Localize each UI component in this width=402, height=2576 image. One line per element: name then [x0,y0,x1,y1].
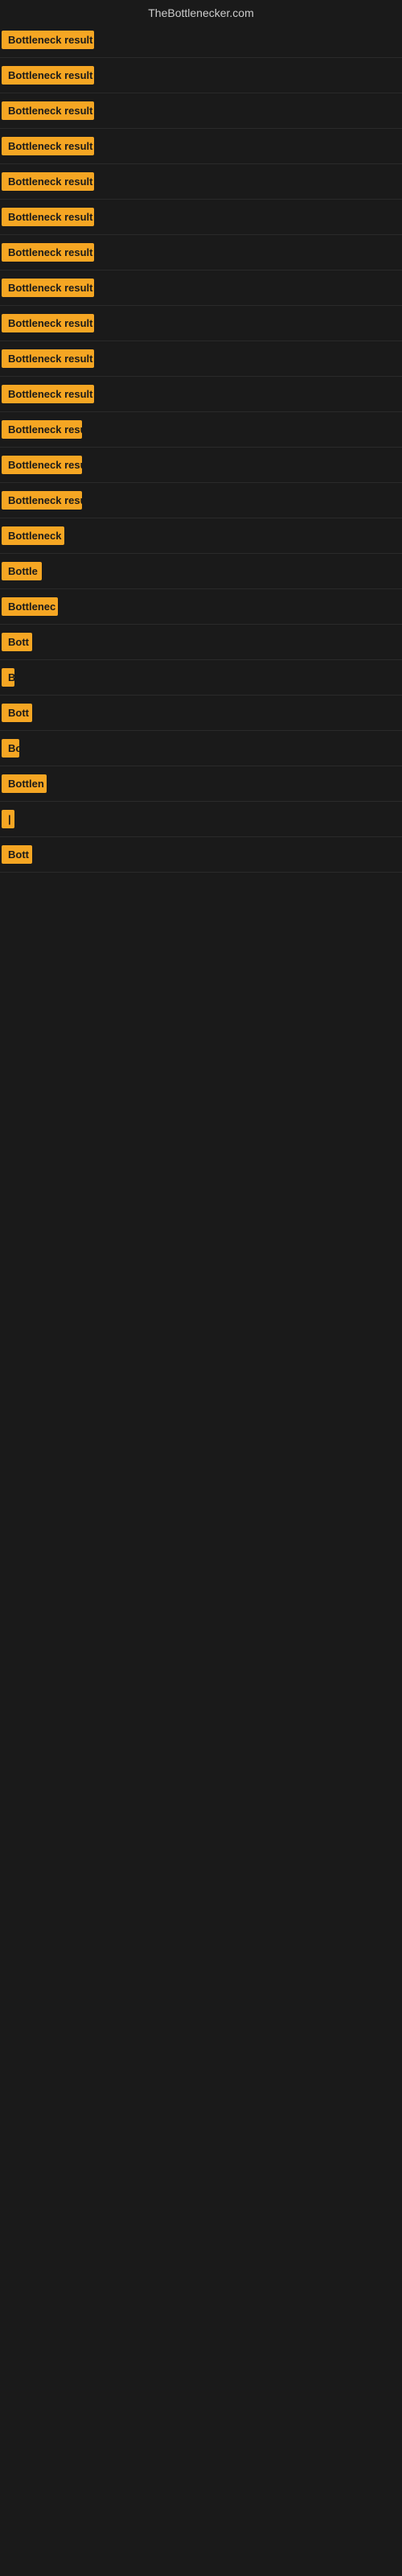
bottleneck-badge-3[interactable]: Bottleneck result [2,101,94,120]
bottleneck-badge-23[interactable]: | [2,810,14,828]
result-row-6: Bottleneck result [0,200,402,235]
result-row-4: Bottleneck result [0,129,402,164]
bottleneck-badge-21[interactable]: Bo [2,739,19,758]
bottleneck-badge-15[interactable]: Bottleneck [2,526,64,545]
result-row-7: Bottleneck result [0,235,402,270]
result-row-1: Bottleneck result [0,23,402,58]
result-row-16: Bottle [0,554,402,589]
bottleneck-badge-22[interactable]: Bottlen [2,774,47,793]
result-row-14: Bottleneck resu [0,483,402,518]
bottleneck-badge-12[interactable]: Bottleneck resu [2,420,82,439]
result-row-9: Bottleneck result [0,306,402,341]
result-row-17: Bottlenec [0,589,402,625]
result-row-19: B [0,660,402,696]
bottleneck-badge-20[interactable]: Bott [2,704,32,722]
bottleneck-badge-7[interactable]: Bottleneck result [2,243,94,262]
result-row-18: Bott [0,625,402,660]
bottleneck-badge-14[interactable]: Bottleneck resu [2,491,82,510]
bottleneck-badge-17[interactable]: Bottlenec [2,597,58,616]
bottleneck-badge-11[interactable]: Bottleneck result [2,385,94,403]
result-row-24: Bott [0,837,402,873]
bottleneck-badge-24[interactable]: Bott [2,845,32,864]
result-row-10: Bottleneck result [0,341,402,377]
result-row-13: Bottleneck resu [0,448,402,483]
result-row-12: Bottleneck resu [0,412,402,448]
site-title: TheBottlenecker.com [0,0,402,23]
bottleneck-badge-2[interactable]: Bottleneck result [2,66,94,85]
bottleneck-badge-8[interactable]: Bottleneck result [2,279,94,297]
bottleneck-badge-16[interactable]: Bottle [2,562,42,580]
result-row-2: Bottleneck result [0,58,402,93]
bottleneck-badge-18[interactable]: Bott [2,633,32,651]
bottleneck-badge-9[interactable]: Bottleneck result [2,314,94,332]
result-row-23: | [0,802,402,837]
bottleneck-badge-10[interactable]: Bottleneck result [2,349,94,368]
page-container: TheBottlenecker.com Bottleneck result Bot… [0,0,402,2576]
bottleneck-badge-4[interactable]: Bottleneck result [2,137,94,155]
bottleneck-badge-5[interactable]: Bottleneck result [2,172,94,191]
result-row-22: Bottlen [0,766,402,802]
result-row-20: Bott [0,696,402,731]
result-row-11: Bottleneck result [0,377,402,412]
result-row-15: Bottleneck [0,518,402,554]
bottleneck-badge-13[interactable]: Bottleneck resu [2,456,82,474]
result-row-3: Bottleneck result [0,93,402,129]
result-row-5: Bottleneck result [0,164,402,200]
bottleneck-badge-6[interactable]: Bottleneck result [2,208,94,226]
result-row-8: Bottleneck result [0,270,402,306]
result-row-21: Bo [0,731,402,766]
bottleneck-badge-19[interactable]: B [2,668,14,687]
bottleneck-badge-1[interactable]: Bottleneck result [2,31,94,49]
